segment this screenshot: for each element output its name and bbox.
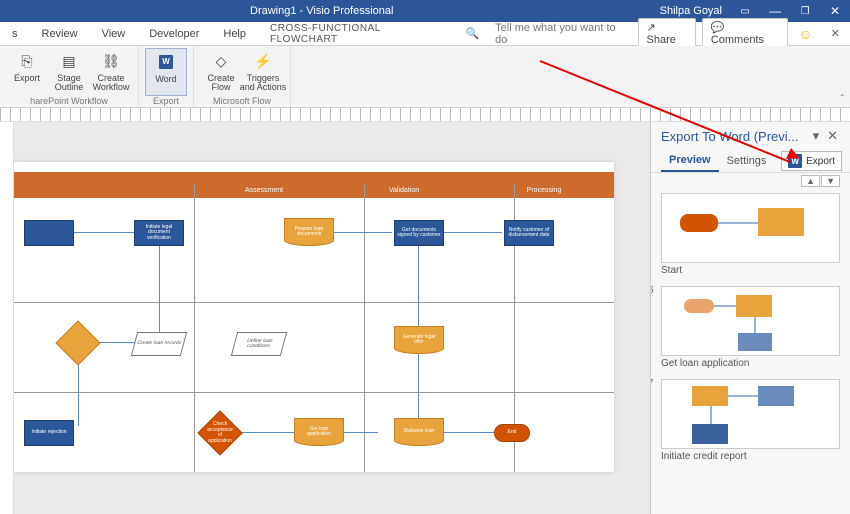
export-button[interactable]: ⎘Export <box>6 48 48 96</box>
feedback-icon[interactable]: ☺ <box>791 26 821 42</box>
drawing-page[interactable]: Assessment Validation Processing <box>14 162 614 472</box>
word-export-button[interactable]: WWord <box>145 48 187 96</box>
ribbon-tabs: s Review View Developer Help CROSS-FUNCT… <box>0 22 850 46</box>
preview-item[interactable]: 7 Initiate credit report <box>661 379 840 466</box>
document-shape[interactable]: Get loan application <box>294 418 344 446</box>
user-name[interactable]: Shilpa Goyal <box>660 5 722 17</box>
share-button[interactable]: ↗ Share <box>638 18 696 49</box>
preview-item[interactable]: 6 Get loan application <box>661 286 840 373</box>
drawing-canvas[interactable]: Assessment Validation Processing <box>14 122 650 514</box>
stage-outline-button[interactable]: ▤Stage Outline <box>48 48 90 96</box>
close-icon[interactable]: ✕ <box>820 4 850 18</box>
preview-list[interactable]: Start 6 Get loan application 7 <box>651 189 850 514</box>
pane-title-text: Export To Word (Previ... <box>661 129 809 144</box>
document-shape[interactable]: Disburse loan <box>394 418 444 446</box>
lane-separator <box>14 392 614 393</box>
ribbon-close-icon[interactable]: ✕ <box>821 27 850 40</box>
pane-close-icon[interactable]: ✕ <box>823 128 842 144</box>
nav-up-icon[interactable]: ▲ <box>801 175 820 187</box>
connector <box>236 432 296 433</box>
word-icon: W <box>788 154 802 168</box>
phase-header: Assessment <box>194 184 334 198</box>
search-icon: 🔍 <box>457 27 487 40</box>
minimize-icon[interactable]: — <box>760 4 790 18</box>
tab-settings[interactable]: Settings <box>719 151 775 171</box>
collapse-ribbon-icon[interactable]: ˆ <box>841 94 844 105</box>
swimlane-title <box>14 172 614 184</box>
ribbon-context-tab[interactable]: CROSS-FUNCTIONAL FLOWCHART <box>258 23 457 45</box>
connector <box>442 232 502 233</box>
group-sharepoint-workflow: ⎘Export ▤Stage Outline ⛓Create Workflow … <box>0 46 139 107</box>
phase-header: Processing <box>474 184 614 198</box>
ribbon-tab-developer[interactable]: Developer <box>137 22 211 46</box>
phase-separator <box>194 184 195 472</box>
preview-number: 7 <box>651 378 654 389</box>
connector <box>332 232 392 233</box>
nav-down-icon[interactable]: ▼ <box>821 175 840 187</box>
work-area: Assessment Validation Processing <box>0 122 850 514</box>
create-workflow-button[interactable]: ⛓Create Workflow <box>90 48 132 96</box>
ribbon-body: ⎘Export ▤Stage Outline ⛓Create Workflow … <box>0 46 850 108</box>
process-shape[interactable] <box>24 220 74 246</box>
preview-thumbnail: 6 <box>661 286 840 356</box>
terminator-shape[interactable]: End <box>494 424 530 442</box>
ribbon-tab-help[interactable]: Help <box>211 22 258 46</box>
restore-icon[interactable]: ❐ <box>790 6 820 17</box>
process-shape[interactable]: Initiate rejection <box>24 420 74 446</box>
preview-thumbnail <box>661 193 840 263</box>
preview-nav: ▲▼ <box>651 173 850 189</box>
ribbon-display-icon[interactable]: ▭ <box>730 6 760 17</box>
preview-caption: Get loan application <box>661 356 840 373</box>
pane-header: Export To Word (Previ... ▾ ✕ <box>651 122 850 146</box>
ribbon-tab-view[interactable]: View <box>90 22 138 46</box>
pane-tabs: Preview Settings W Export <box>651 146 850 173</box>
document-shape[interactable]: Generate legal offer <box>394 326 444 354</box>
connector <box>418 246 419 336</box>
ribbon-tab[interactable]: s <box>0 22 30 46</box>
phase-separator <box>364 184 365 472</box>
phase-headers: Assessment Validation Processing <box>14 184 614 198</box>
process-shape[interactable]: Notify customer of disbursement date <box>504 220 554 246</box>
document-shape[interactable]: Prepare loan documents <box>284 218 334 246</box>
decision-shape[interactable] <box>55 320 100 365</box>
connector <box>74 232 134 233</box>
pane-menu-icon[interactable]: ▾ <box>809 128 824 144</box>
triggers-actions-button[interactable]: ⚡Triggers and Actions <box>242 48 284 96</box>
comments-button[interactable]: 💬 Comments <box>702 18 788 49</box>
word-icon: W <box>159 55 173 69</box>
process-shape[interactable]: Get documents signed by customer <box>394 220 444 246</box>
data-shape[interactable]: Define loan conditions <box>231 332 287 356</box>
vertical-ruler <box>0 122 14 514</box>
connector <box>159 232 160 342</box>
window-title: Drawing1 - Visio Professional <box>250 5 393 17</box>
ribbon-tab-review[interactable]: Review <box>30 22 90 46</box>
group-label: harePoint Workflow <box>6 96 132 107</box>
connector <box>418 350 419 420</box>
decision-shape[interactable]: Check acceptance of application <box>197 410 242 455</box>
group-label: Microsoft Flow <box>200 96 284 107</box>
preview-item[interactable]: Start <box>661 193 840 280</box>
phase-header: Validation <box>334 184 474 198</box>
export-button[interactable]: W Export <box>781 151 842 171</box>
tab-preview[interactable]: Preview <box>661 150 719 172</box>
export-to-word-pane: Export To Word (Previ... ▾ ✕ Preview Set… <box>650 122 850 514</box>
group-microsoft-flow: ◇Create Flow ⚡Triggers and Actions Micro… <box>194 46 291 107</box>
horizontal-ruler <box>0 108 850 122</box>
preview-caption: Initiate credit report <box>661 449 840 466</box>
process-shape[interactable]: Initiate legal document verification <box>134 220 184 246</box>
phase-header <box>14 184 194 198</box>
create-flow-button[interactable]: ◇Create Flow <box>200 48 242 96</box>
preview-thumbnail: 7 <box>661 379 840 449</box>
group-label: Export <box>145 96 187 107</box>
data-shape[interactable]: Create loan records <box>131 332 187 356</box>
tell-me-input[interactable]: Tell me what you want to do <box>487 22 634 46</box>
lane-separator <box>14 302 614 303</box>
group-export: WWord Export <box>139 46 194 107</box>
preview-caption: Start <box>661 263 840 280</box>
preview-number: 6 <box>651 285 654 296</box>
